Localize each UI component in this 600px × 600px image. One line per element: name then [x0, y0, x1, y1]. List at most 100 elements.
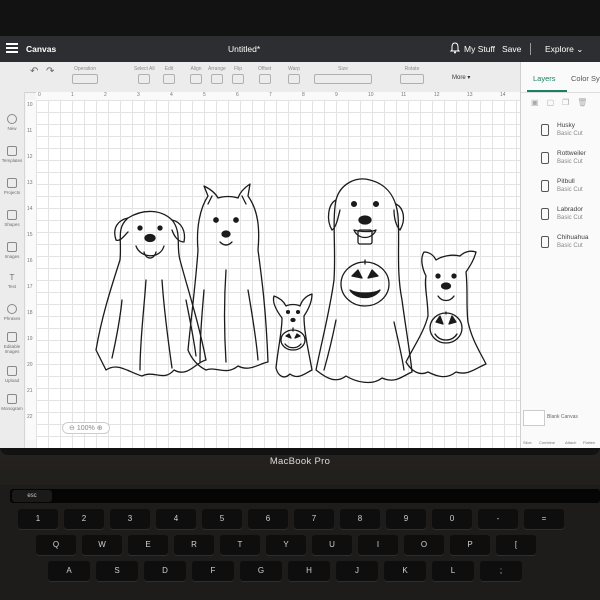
- nav-new[interactable]: New: [0, 114, 24, 131]
- more-menu[interactable]: More ▾: [452, 74, 470, 81]
- keyboard-key[interactable]: O: [404, 535, 444, 555]
- keyboard-key[interactable]: 6: [248, 509, 288, 529]
- esc-key[interactable]: esc: [12, 490, 52, 502]
- nav-label: Text: [7, 284, 17, 289]
- nav-projects[interactable]: Projects: [0, 178, 24, 195]
- nav-editable-images[interactable]: Editable Images: [0, 332, 24, 354]
- touch-bar[interactable]: [10, 489, 600, 503]
- delete-icon[interactable]: 🗑: [577, 98, 595, 107]
- group-icon[interactable]: ▣: [531, 98, 547, 107]
- select-all-button[interactable]: Select All: [134, 66, 155, 84]
- operation-label: Operation: [74, 66, 96, 72]
- zoom-control[interactable]: ⊖ 100% ⊕: [62, 422, 110, 434]
- layer-item[interactable]: Labrador Basic Cut: [521, 202, 600, 228]
- keyboard-key[interactable]: 3: [110, 509, 150, 529]
- arrange-button[interactable]: Arrange: [208, 66, 226, 84]
- combine-button[interactable]: Combine: [539, 440, 555, 445]
- nav-shapes[interactable]: Shapes: [0, 210, 24, 227]
- layer-name: Pitbull: [557, 178, 575, 185]
- bell-icon[interactable]: [450, 42, 460, 54]
- flatten-button[interactable]: Flatten: [583, 440, 595, 445]
- keyboard-key[interactable]: =: [524, 509, 564, 529]
- undo-button[interactable]: ↶: [30, 66, 38, 77]
- keyboard-key[interactable]: L: [432, 561, 474, 581]
- keyboard-key[interactable]: 0: [432, 509, 472, 529]
- keyboard-key[interactable]: I: [358, 535, 398, 555]
- select-all-label: Select All: [134, 66, 155, 72]
- blank-canvas-row[interactable]: Blank Canvas: [521, 408, 600, 426]
- rotate-field[interactable]: Rotate: [400, 66, 424, 84]
- zoom-out-icon[interactable]: ⊖: [69, 425, 75, 432]
- keyboard-key[interactable]: 8: [340, 509, 380, 529]
- keyboard-key[interactable]: W: [82, 535, 122, 555]
- keyboard-key[interactable]: 5: [202, 509, 242, 529]
- layer-item[interactable]: Pitbull Basic Cut: [521, 174, 600, 200]
- offset-button[interactable]: Offset: [258, 66, 271, 84]
- keyboard-key[interactable]: 7: [294, 509, 334, 529]
- ghost-dog-1[interactable]: [95, 210, 207, 377]
- keyboard-key[interactable]: J: [336, 561, 378, 581]
- keyboard-key[interactable]: H: [288, 561, 330, 581]
- keyboard-key[interactable]: [: [496, 535, 536, 555]
- ghost-dog-pitbull[interactable]: [405, 250, 487, 378]
- explore-menu[interactable]: Explore ⌄: [545, 44, 583, 55]
- keyboard-key[interactable]: 9: [386, 509, 426, 529]
- keyboard-key[interactable]: 2: [64, 509, 104, 529]
- slice-button[interactable]: Slice: [523, 440, 532, 445]
- layer-item[interactable]: Husky Basic Cut: [521, 118, 600, 144]
- duplicate-icon[interactable]: ❐: [562, 98, 577, 107]
- hamburger-menu-icon[interactable]: [6, 43, 18, 53]
- keyboard-key[interactable]: P: [450, 535, 490, 555]
- align-label: Align: [190, 66, 202, 72]
- zoom-in-icon[interactable]: ⊕: [97, 425, 103, 432]
- keyboard-key[interactable]: S: [96, 561, 138, 581]
- save-button[interactable]: Save: [502, 44, 521, 54]
- keyboard-key[interactable]: F: [192, 561, 234, 581]
- tab-layers[interactable]: Layers: [533, 74, 556, 83]
- keyboard-key[interactable]: G: [240, 561, 282, 581]
- keyboard-key[interactable]: K: [384, 561, 426, 581]
- keyboard-key[interactable]: A: [48, 561, 90, 581]
- attach-button[interactable]: Attach: [565, 440, 576, 445]
- flip-button[interactable]: Flip: [232, 66, 244, 84]
- keyboard-key[interactable]: R: [174, 535, 214, 555]
- ghost-dog-chihuahua[interactable]: [272, 293, 313, 378]
- nav-templates[interactable]: Templates: [0, 146, 24, 163]
- flip-icon: [232, 74, 244, 84]
- edit-toolbar: ↶ ↷ Operation Select All Edit Align Arra…: [0, 62, 520, 93]
- nav-phrases[interactable]: Phrases: [0, 304, 24, 321]
- tab-color-sync[interactable]: Color Sync: [571, 74, 600, 83]
- nav-upload[interactable]: Upload: [0, 366, 24, 383]
- keyboard-key[interactable]: E: [128, 535, 168, 555]
- document-title[interactable]: Untitled*: [228, 44, 260, 54]
- shapes-icon: [7, 210, 17, 220]
- keyboard-key[interactable]: T: [220, 535, 260, 555]
- keyboard-key[interactable]: Q: [36, 535, 76, 555]
- keyboard-key[interactable]: 4: [156, 509, 196, 529]
- ghost-dog-labrador[interactable]: [315, 178, 413, 384]
- keyboard-key[interactable]: 1: [18, 509, 58, 529]
- keyboard-key[interactable]: -: [478, 509, 518, 529]
- design-canvas[interactable]: ⊖ 100% ⊕: [36, 100, 520, 448]
- keyboard-key[interactable]: Y: [266, 535, 306, 555]
- keyboard-key[interactable]: U: [312, 535, 352, 555]
- ungroup-icon[interactable]: ▢: [547, 98, 563, 107]
- operation-dropdown[interactable]: Operation: [72, 66, 98, 84]
- ruler-tick-label: 17: [27, 284, 33, 290]
- nav-text[interactable]: T Text: [0, 274, 24, 290]
- size-field[interactable]: Size: [314, 66, 372, 84]
- nav-images[interactable]: Images: [0, 242, 24, 259]
- my-stuff-link[interactable]: My Stuff: [464, 44, 495, 54]
- nav-monogram[interactable]: Monogram: [0, 394, 24, 411]
- align-button[interactable]: Align: [190, 66, 202, 84]
- keyboard-key[interactable]: ;: [480, 561, 522, 581]
- redo-button[interactable]: ↷: [46, 66, 54, 77]
- edit-label: Edit: [164, 66, 174, 72]
- layer-name: Rottweiler: [557, 150, 586, 157]
- layer-item[interactable]: Rottweiler Basic Cut: [521, 146, 600, 172]
- ghost-dog-2[interactable]: [187, 183, 269, 372]
- edit-button[interactable]: Edit: [163, 66, 175, 84]
- warp-button[interactable]: Warp: [288, 66, 300, 84]
- layer-item[interactable]: Chihuahua Basic Cut: [521, 230, 600, 256]
- keyboard-key[interactable]: D: [144, 561, 186, 581]
